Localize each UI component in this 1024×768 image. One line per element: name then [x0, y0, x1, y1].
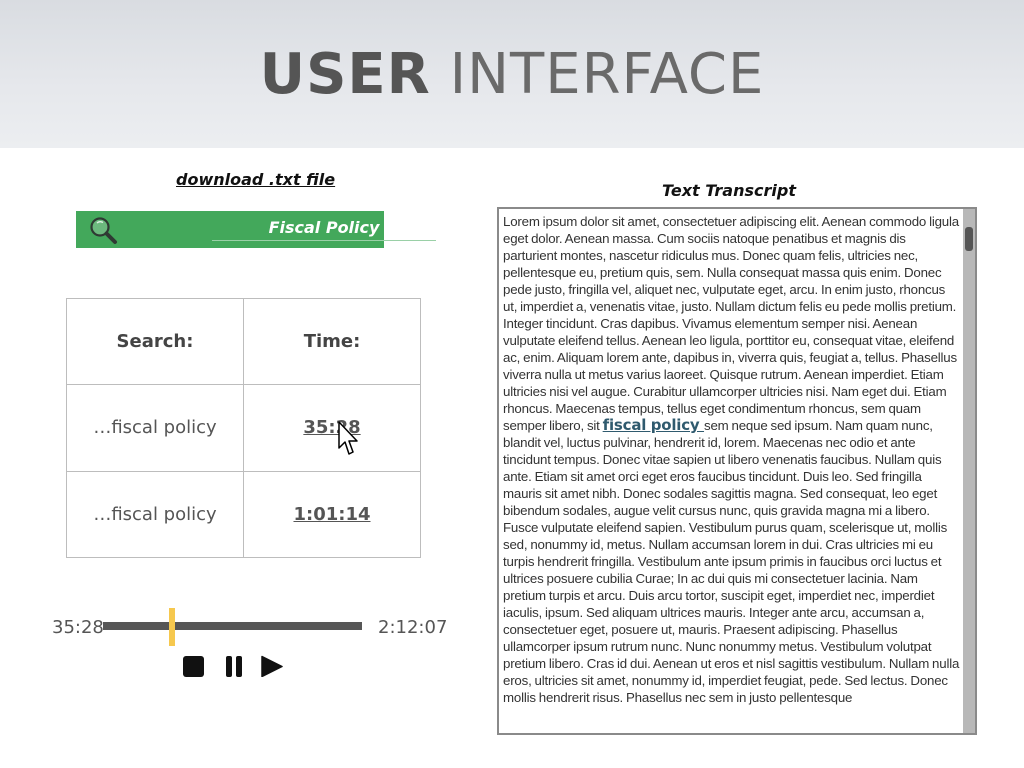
table-header-row: Search: Time: [66, 297, 421, 386]
transcript-text-before: Lorem ipsum dolor sit amet, consectetuer… [503, 214, 959, 433]
search-icon [90, 217, 117, 244]
result-query: …fiscal policy [66, 470, 244, 559]
result-time-cell: 1:01:14 [243, 470, 421, 559]
timestamp-link[interactable]: 35:28 [303, 417, 360, 438]
search-results-table: Search: Time: …fiscal policy 35:28 …fisc… [66, 297, 421, 559]
transcript-text-after: sem neque sed ipsum. Nam quam nunc, blan… [503, 418, 960, 705]
transcript-highlight-link[interactable]: fiscal policy [603, 416, 704, 434]
table-row: …fiscal policy 35:28 [66, 384, 421, 472]
timestamp-link[interactable]: 1:01:14 [293, 504, 370, 525]
progress-track[interactable] [103, 622, 362, 630]
pause-icon[interactable] [224, 655, 246, 677]
total-time: 2:12:07 [378, 617, 448, 638]
scrollbar[interactable] [963, 209, 975, 733]
play-icon[interactable] [261, 655, 283, 677]
result-time-cell: 35:28 [243, 384, 421, 472]
result-query: …fiscal policy [66, 384, 244, 472]
header-banner: USER INTERFACE [0, 0, 1024, 148]
table-row: …fiscal policy 1:01:14 [66, 470, 421, 559]
page-title-bold: USER [259, 41, 431, 107]
stop-icon[interactable] [183, 655, 205, 677]
search-underline [212, 240, 436, 241]
transcript-panel[interactable]: Lorem ipsum dolor sit amet, consectetuer… [497, 207, 977, 735]
search-bar[interactable]: Fiscal Policy [76, 211, 436, 248]
scrollbar-thumb[interactable] [965, 227, 973, 251]
column-header-time: Time: [243, 297, 421, 386]
page-title-light: INTERFACE [449, 41, 765, 107]
column-header-search: Search: [66, 297, 244, 386]
transcript-text: Lorem ipsum dolor sit amet, consectetuer… [503, 213, 961, 706]
current-time: 35:28 [52, 617, 104, 638]
search-input[interactable]: Fiscal Policy [212, 218, 436, 237]
progress-handle[interactable] [169, 608, 176, 646]
page-title: USER INTERFACE [260, 42, 765, 107]
download-txt-link[interactable]: download .txt file [176, 170, 335, 189]
transcript-title: Text Transcript [662, 181, 796, 200]
